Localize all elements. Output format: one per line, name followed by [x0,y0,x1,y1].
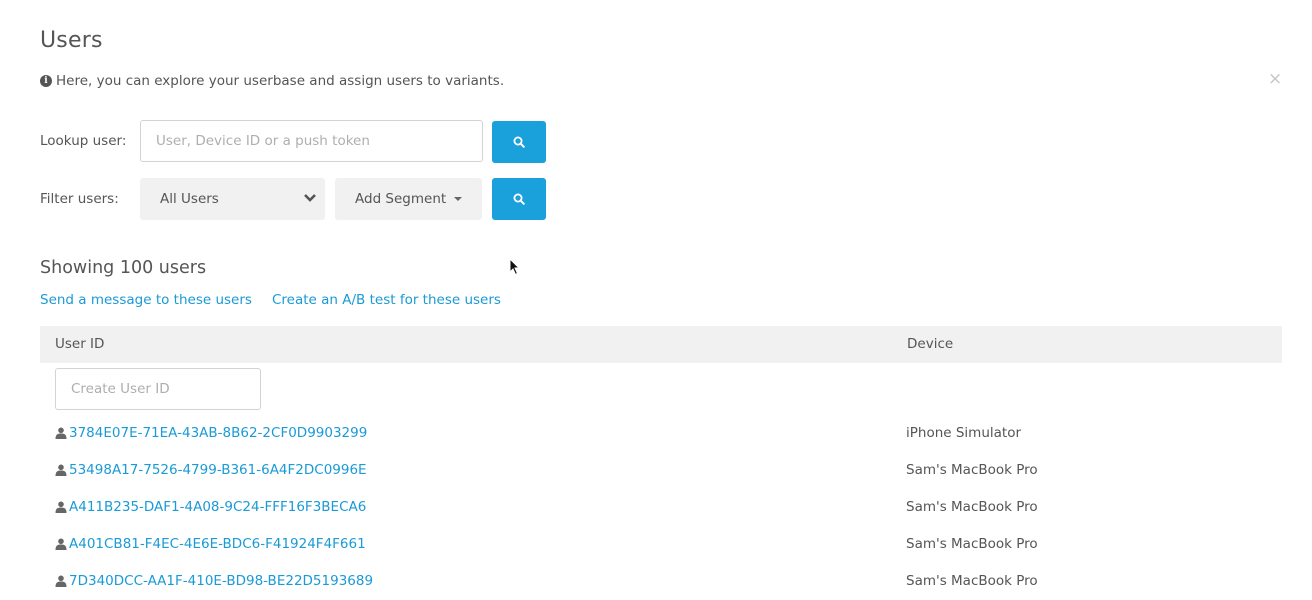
user-device: Sam's MacBook Pro [906,536,1038,552]
user-icon [55,464,67,476]
page-title: Users [40,28,103,53]
lookup-search-button[interactable] [492,121,546,163]
user-id-link[interactable]: 7D340DCC-AA1F-410E-BD98-BE22D5193689 [69,573,373,589]
users-modal: Users × i Here, you can explore your use… [0,0,1312,600]
table-row: A411B235-DAF1-4A08-9C24-FFF16F3BECA6 Sam'… [0,498,1312,518]
search-icon [513,193,525,205]
user-id-link[interactable]: 53498A17-7526-4799-B361-6A4F2DC0996E [69,462,367,478]
table-row: 53498A17-7526-4799-B361-6A4F2DC0996E Sam'… [0,461,1312,481]
table-row: A401CB81-F4EC-4E6E-BDC6-F41924F4F661 Sam'… [0,535,1312,555]
user-id-link[interactable]: 3784E07E-71EA-43AB-8B62-2CF0D9903299 [69,425,367,441]
add-segment-label: Add Segment [355,191,447,207]
user-id-link[interactable]: A411B235-DAF1-4A08-9C24-FFF16F3BECA6 [69,499,366,515]
user-id-link[interactable]: A401CB81-F4EC-4E6E-BDC6-F41924F4F661 [69,536,366,552]
user-device: Sam's MacBook Pro [906,462,1038,478]
column-header-user-id: User ID [55,336,105,352]
chevron-down-icon [304,194,316,202]
user-icon [55,427,67,439]
create-user-id-input[interactable] [55,368,261,410]
table-row: 3784E07E-71EA-43AB-8B62-2CF0D9903299 iPho… [0,424,1312,444]
info-circle-icon: i [40,75,52,87]
mouse-cursor-icon [509,258,521,276]
user-icon [55,501,67,513]
info-text: Here, you can explore your userbase and … [56,73,505,89]
user-device: iPhone Simulator [906,425,1022,441]
table-row: 7D340DCC-AA1F-410E-BD98-BE22D5193689 Sam'… [0,572,1312,592]
users-table-header: User ID Device [40,326,1282,363]
filter-search-button[interactable] [492,178,546,220]
lookup-label: Lookup user: [40,133,127,149]
close-icon[interactable]: × [1268,71,1282,88]
search-icon [513,136,525,148]
user-icon [55,575,67,587]
lookup-user-input[interactable] [140,120,483,162]
add-segment-button[interactable]: Add Segment [335,178,482,220]
filter-label: Filter users: [40,191,119,207]
user-icon [55,538,67,550]
send-message-link[interactable]: Send a message to these users [40,292,252,308]
user-filter-value: All Users [160,191,219,207]
column-header-device: Device [907,336,954,352]
user-device: Sam's MacBook Pro [906,499,1038,515]
user-device: Sam's MacBook Pro [906,573,1038,589]
user-filter-select[interactable]: All Users [140,178,325,220]
user-count-heading: Showing 100 users [40,258,207,278]
create-ab-test-link[interactable]: Create an A/B test for these users [272,292,501,308]
caret-down-icon [454,197,462,201]
info-message: i Here, you can explore your userbase an… [40,73,504,89]
